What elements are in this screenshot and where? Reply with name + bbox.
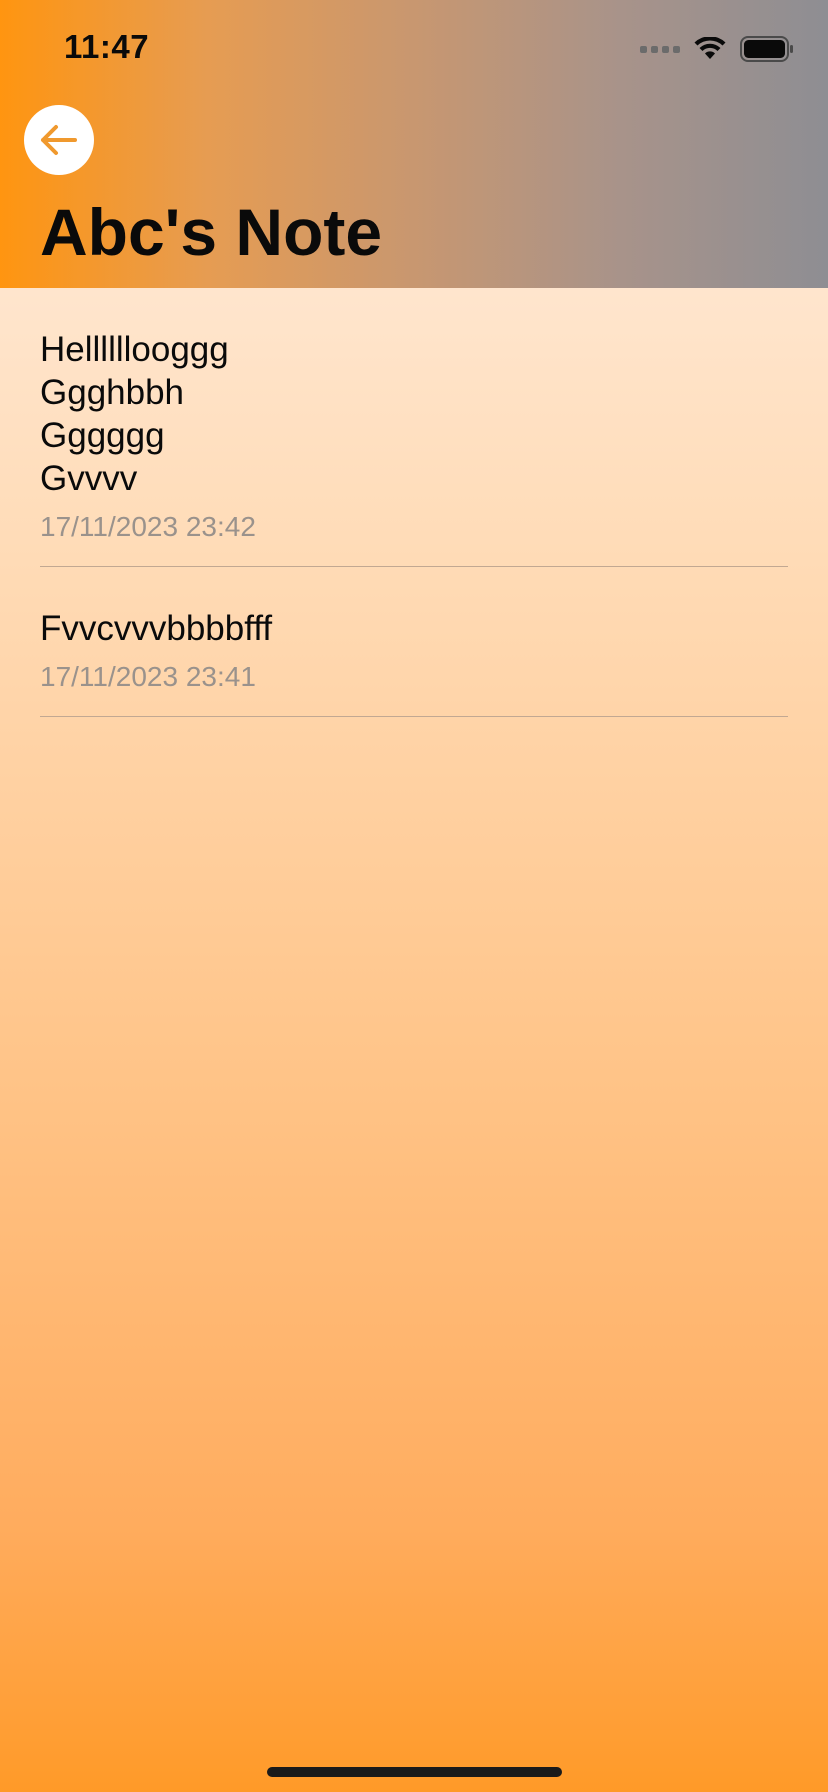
battery-icon [740,36,793,62]
cellular-signal-icon [640,45,680,53]
back-button[interactable] [24,105,94,175]
notes-screen: 11:47 Abc's Note Hellllllooggg Ggghbbh G… [0,0,828,1792]
note-text: Hellllllooggg Ggghbbh Gggggg Gvvvv [40,330,229,498]
page-title: Abc's Note [40,195,383,269]
header: 11:47 Abc's Note [0,0,828,288]
note-date: 17/11/2023 23:41 [40,661,256,692]
wifi-icon [694,37,726,59]
home-indicator[interactable] [267,1767,562,1777]
note-item[interactable]: Fvvcvvvbbbbfff 17/11/2023 23:41 [40,567,788,717]
note-date: 17/11/2023 23:42 [40,511,256,542]
note-item[interactable]: Hellllllooggg Ggghbbh Gggggg Gvvvv 17/11… [40,288,788,567]
arrow-left-icon [41,125,77,155]
status-time: 11:47 [64,28,150,65]
notes-list: Hellllllooggg Ggghbbh Gggggg Gvvvv 17/11… [40,288,788,717]
note-text: Fvvcvvvbbbbfff [40,609,273,648]
status-icons [640,36,794,62]
